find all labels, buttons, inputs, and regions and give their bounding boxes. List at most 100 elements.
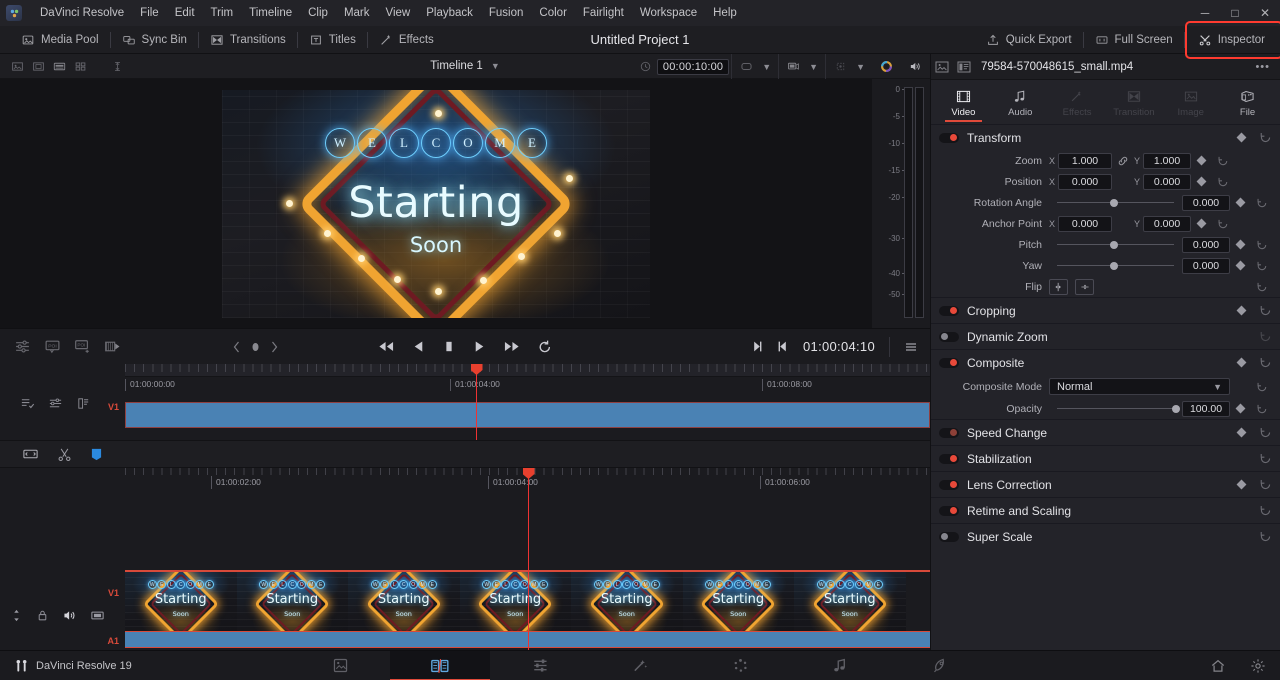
menu-view[interactable]: View: [378, 0, 419, 26]
page-fusion[interactable]: [590, 651, 690, 680]
video-display-area[interactable]: W E L C O M E Starting Soon: [0, 79, 872, 328]
menu-color[interactable]: Color: [531, 0, 574, 26]
menu-clip[interactable]: Clip: [300, 0, 336, 26]
transform-tool-icon[interactable]: [108, 57, 126, 75]
timeline-overview-ruler[interactable]: 01:00:00:00 01:00:04:00 01:00:08:00: [125, 377, 930, 392]
lock-track-icon[interactable]: [36, 608, 49, 623]
yaw-field[interactable]: 0.000: [1182, 258, 1230, 274]
close-icon[interactable]: ✕: [1250, 0, 1280, 26]
lens-correction-toggle[interactable]: [939, 480, 959, 490]
video-only-icon[interactable]: [90, 608, 105, 623]
pitch-slider[interactable]: [1057, 237, 1174, 253]
insert-clip-icon[interactable]: [104, 338, 121, 355]
composite-toggle[interactable]: [939, 358, 959, 368]
play-icon[interactable]: [472, 339, 486, 354]
reset-icon[interactable]: [1259, 452, 1272, 465]
flip-reset-icon[interactable]: [1251, 281, 1272, 293]
pitch-keyframe[interactable]: [1230, 241, 1251, 248]
marker-icon[interactable]: [250, 341, 261, 353]
rotation-reset-icon[interactable]: [1251, 197, 1272, 209]
out-point-icon[interactable]: [777, 339, 789, 354]
super-scale-toggle[interactable]: [939, 532, 959, 542]
list-view-icon[interactable]: [953, 61, 975, 73]
anchor-keyframe[interactable]: [1191, 220, 1212, 227]
reset-icon[interactable]: [1259, 330, 1272, 343]
tab-image[interactable]: Image: [1162, 80, 1219, 124]
keyframe-diamond-icon[interactable]: [1237, 480, 1247, 490]
composite-mode-reset-icon[interactable]: [1251, 381, 1272, 393]
metadata-icon[interactable]: [76, 396, 91, 411]
rotation-field[interactable]: 0.000: [1182, 195, 1230, 211]
keyframe-diamond-icon[interactable]: [1237, 428, 1247, 438]
transform-toggle[interactable]: [939, 133, 959, 143]
page-media[interactable]: [290, 651, 390, 680]
stop-icon[interactable]: [442, 339, 456, 354]
position-keyframe[interactable]: [1191, 178, 1212, 185]
menu-help[interactable]: Help: [705, 0, 745, 26]
menu-davinci-resolve[interactable]: DaVinci Resolve: [32, 0, 132, 26]
anchor-y-field[interactable]: 0.000: [1143, 216, 1191, 232]
tab-transition[interactable]: Transition: [1105, 80, 1162, 124]
razor-tool-icon[interactable]: [57, 447, 72, 462]
timeline-tick-strip[interactable]: [125, 364, 930, 377]
grid-view-icon[interactable]: [71, 57, 89, 75]
reset-icon[interactable]: [1259, 478, 1272, 491]
section-stabilization-header[interactable]: Stabilization: [931, 445, 1280, 471]
reset-icon[interactable]: [1259, 504, 1272, 517]
safe-area-group[interactable]: ▼: [731, 54, 776, 79]
tab-video[interactable]: Video: [935, 80, 992, 124]
tab-effects[interactable]: Effects: [1049, 80, 1106, 124]
preferences-icon[interactable]: [1250, 658, 1266, 674]
page-fairlight[interactable]: [790, 651, 890, 680]
mute-track-icon[interactable]: [62, 608, 77, 623]
pitch-field[interactable]: 0.000: [1182, 237, 1230, 253]
zoom-x-field[interactable]: 1.000: [1058, 153, 1112, 169]
auto-track-icon[interactable]: [10, 608, 23, 623]
anchor-reset-icon[interactable]: [1212, 218, 1233, 230]
minimize-icon[interactable]: ─: [1190, 0, 1220, 26]
onscreen-control-icon[interactable]: [831, 58, 849, 76]
opacity-reset-icon[interactable]: [1251, 403, 1272, 415]
zoom-reset-icon[interactable]: [1212, 155, 1233, 167]
section-super-scale-header[interactable]: Super Scale: [931, 523, 1280, 549]
pitch-reset-icon[interactable]: [1251, 239, 1272, 251]
page-edit[interactable]: [490, 651, 590, 680]
cropping-toggle[interactable]: [939, 306, 959, 316]
reset-icon[interactable]: [1259, 426, 1272, 439]
menu-fusion[interactable]: Fusion: [481, 0, 532, 26]
section-dynamic-zoom-header[interactable]: Dynamic Zoom: [931, 323, 1280, 349]
section-transform-header[interactable]: Transform: [931, 124, 1280, 150]
page-color[interactable]: [690, 651, 790, 680]
maximize-icon[interactable]: □: [1220, 0, 1250, 26]
add-poi-icon[interactable]: POI: [44, 338, 61, 355]
source-clip-icon[interactable]: [29, 57, 47, 75]
reset-icon[interactable]: [1259, 131, 1272, 144]
opacity-field[interactable]: 100.00: [1182, 401, 1230, 417]
reset-icon[interactable]: [1259, 530, 1272, 543]
timeline-playhead[interactable]: [528, 468, 529, 650]
opacity-slider[interactable]: [1057, 401, 1180, 417]
timeline-view-icon[interactable]: [50, 57, 68, 75]
position-y-field[interactable]: 0.000: [1143, 174, 1191, 190]
viewer-timecode[interactable]: 00:00:10:00: [657, 59, 729, 75]
composite-mode-select[interactable]: Normal ▼: [1049, 378, 1230, 395]
next-edit-icon[interactable]: [270, 341, 279, 353]
section-retime-and-scaling-header[interactable]: Retime and Scaling: [931, 497, 1280, 523]
overview-playhead[interactable]: [476, 364, 477, 440]
rotation-slider[interactable]: [1057, 195, 1174, 211]
audio-volume-icon[interactable]: [902, 58, 926, 76]
section-speed-change-header[interactable]: Speed Change: [931, 419, 1280, 445]
page-cut[interactable]: [390, 651, 490, 680]
rotation-keyframe[interactable]: [1230, 199, 1251, 206]
inspector-more-button[interactable]: •••: [1245, 61, 1280, 73]
flip-vertical-icon[interactable]: [1075, 279, 1094, 295]
effects-button[interactable]: Effects: [368, 26, 445, 54]
menu-fairlight[interactable]: Fairlight: [575, 0, 632, 26]
reset-icon[interactable]: [1259, 304, 1272, 317]
stabilization-toggle[interactable]: [939, 454, 959, 464]
safe-area-icon[interactable]: [737, 58, 755, 76]
keyframe-diamond-icon[interactable]: [1237, 133, 1247, 143]
loop-icon[interactable]: [537, 339, 553, 355]
annotation-group[interactable]: ▼: [778, 54, 823, 79]
menu-workspace[interactable]: Workspace: [632, 0, 705, 26]
